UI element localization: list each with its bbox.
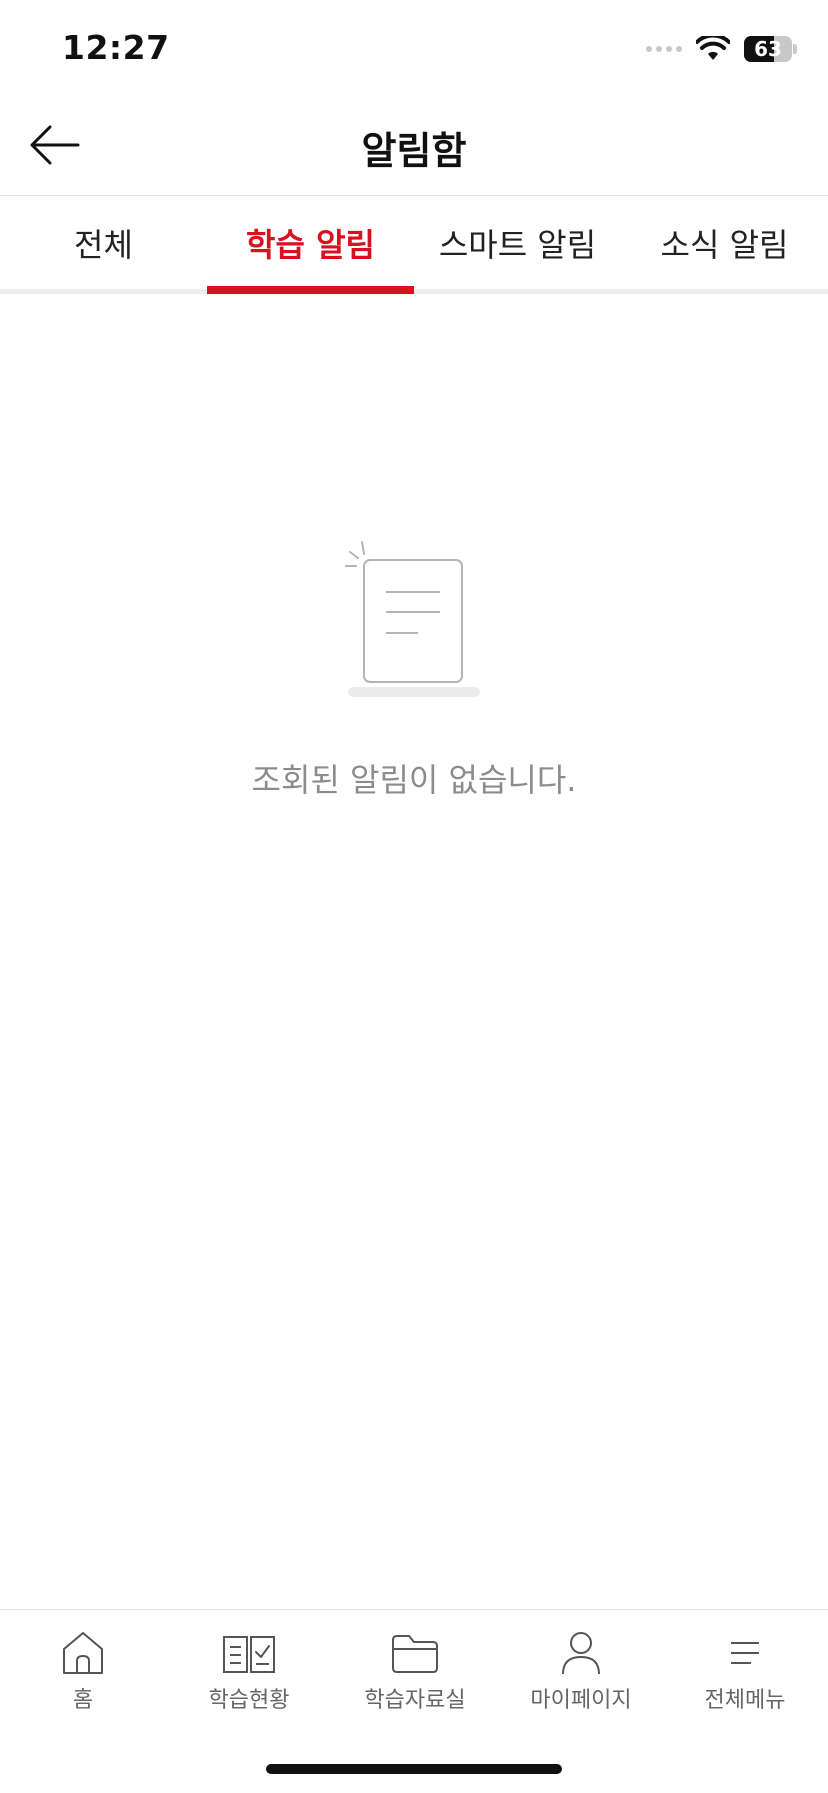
- status-bar: 12:27 63: [0, 0, 828, 100]
- wifi-icon: [696, 36, 730, 60]
- page-title: 알림함: [361, 129, 467, 173]
- header: 알림함: [0, 100, 828, 196]
- tab-learning-alerts[interactable]: 학습 알림: [207, 196, 414, 294]
- nav-learning-materials[interactable]: 학습자료실: [332, 1610, 498, 1720]
- nav-learning-materials-label: 학습자료실: [364, 1688, 466, 1713]
- tab-all[interactable]: 전체: [0, 196, 207, 289]
- battery-icon: 63: [744, 36, 797, 62]
- nav-learning-status-label: 학습현황: [208, 1688, 290, 1713]
- nav-mypage[interactable]: 마이페이지: [498, 1610, 664, 1720]
- nav-full-menu-label: 전체메뉴: [704, 1688, 786, 1713]
- home-icon: [63, 1632, 103, 1674]
- tab-bar: 전체 학습 알림 스마트 알림 소식 알림: [0, 196, 828, 294]
- nav-full-menu[interactable]: 전체메뉴: [662, 1610, 828, 1720]
- nav-mypage-label: 마이페이지: [530, 1688, 632, 1713]
- tab-smart-alerts[interactable]: 스마트 알림: [414, 196, 621, 289]
- folder-icon: [392, 1635, 438, 1673]
- person-icon: [562, 1632, 600, 1675]
- home-indicator: [266, 1764, 562, 1774]
- document-icon: [345, 541, 480, 697]
- nav-home-label: 홈: [72, 1688, 94, 1713]
- empty-message: 조회된 알림이 없습니다.: [251, 761, 577, 799]
- battery-level: 63: [754, 37, 782, 61]
- nav-learning-status[interactable]: 학습현황: [166, 1610, 332, 1720]
- cellular-signal-icon: [646, 46, 682, 52]
- tab-news-alerts[interactable]: 소식 알림: [621, 196, 828, 289]
- menu-icon: [731, 1642, 759, 1664]
- status-time: 12:27: [62, 28, 170, 67]
- book-check-icon: [223, 1636, 275, 1673]
- status-indicators: 63: [646, 34, 797, 64]
- nav-home[interactable]: 홈: [0, 1610, 166, 1720]
